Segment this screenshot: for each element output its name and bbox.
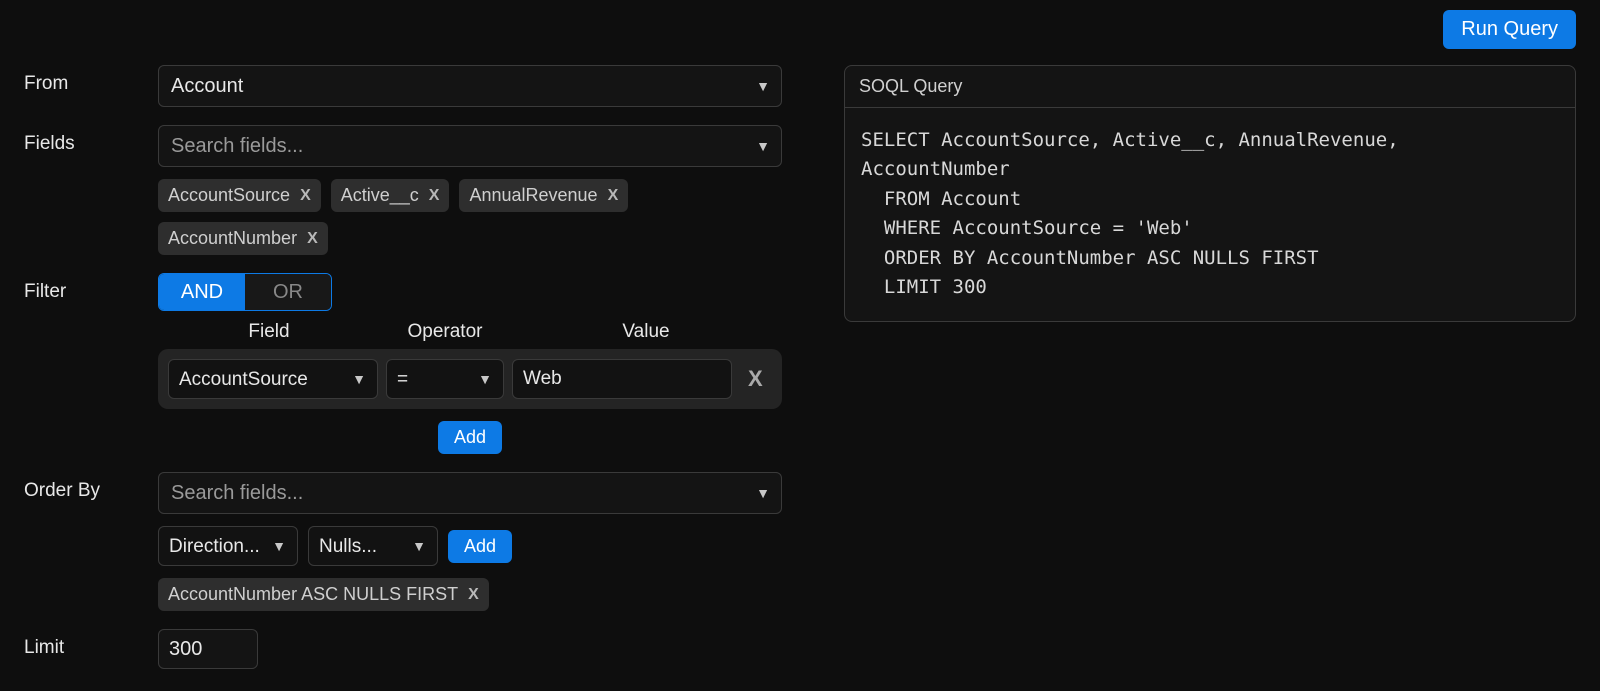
filter-header-field: Field [158,321,380,343]
filter-logic-toggle: AND OR [158,273,332,311]
chip-label: AccountNumber ASC NULLS FIRST [168,584,458,605]
filter-or-button[interactable]: OR [245,274,331,310]
filter-value-input[interactable] [512,359,732,399]
filter-field-select[interactable]: AccountSource [168,359,378,399]
fields-label: Fields [24,125,158,155]
from-label: From [24,65,158,95]
chip-label: AccountSource [168,185,290,206]
orderby-direction-select[interactable]: Direction... [158,526,298,566]
remove-chip-button[interactable]: X [429,187,440,205]
soql-query-title: SOQL Query [845,66,1575,108]
filter-row: AccountSource ▼ = ▼ X [158,349,782,409]
orderby-nulls-select[interactable]: Nulls... [308,526,438,566]
orderby-chip: AccountNumber ASC NULLS FIRST X [158,578,489,611]
field-chip: AccountNumber X [158,222,328,255]
field-chip: Active__c X [331,179,450,212]
soql-query-panel: SOQL Query SELECT AccountSource, Active_… [844,65,1576,322]
field-chip: AnnualRevenue X [459,179,628,212]
remove-filter-button[interactable]: X [740,366,771,392]
filter-header-value: Value [510,321,782,343]
filter-label: Filter [24,273,158,303]
remove-chip-button[interactable]: X [608,187,619,205]
run-query-button[interactable]: Run Query [1443,10,1576,49]
filter-header-operator: Operator [380,321,510,343]
add-orderby-button[interactable]: Add [448,530,512,563]
remove-chip-button[interactable]: X [307,230,318,248]
chip-label: Active__c [341,185,419,206]
fields-chip-list: AccountSourceXActive__cXAnnualRevenueXAc… [158,179,798,255]
orderby-search-input[interactable] [158,472,782,514]
chip-label: AnnualRevenue [469,185,597,206]
limit-label: Limit [24,629,158,659]
fields-search-input[interactable] [158,125,782,167]
limit-input[interactable] [158,629,258,669]
from-select[interactable]: Account [158,65,782,107]
filter-and-button[interactable]: AND [159,274,245,310]
remove-chip-button[interactable]: X [300,187,311,205]
chip-label: AccountNumber [168,228,297,249]
field-chip: AccountSource X [158,179,321,212]
filter-operator-select[interactable]: = [386,359,504,399]
orderby-label: Order By [24,472,158,502]
orderby-chip-list: AccountNumber ASC NULLS FIRST X [158,578,798,611]
remove-chip-button[interactable]: X [468,586,479,604]
soql-query-body: SELECT AccountSource, Active__c, AnnualR… [845,108,1575,321]
add-filter-button[interactable]: Add [438,421,502,454]
